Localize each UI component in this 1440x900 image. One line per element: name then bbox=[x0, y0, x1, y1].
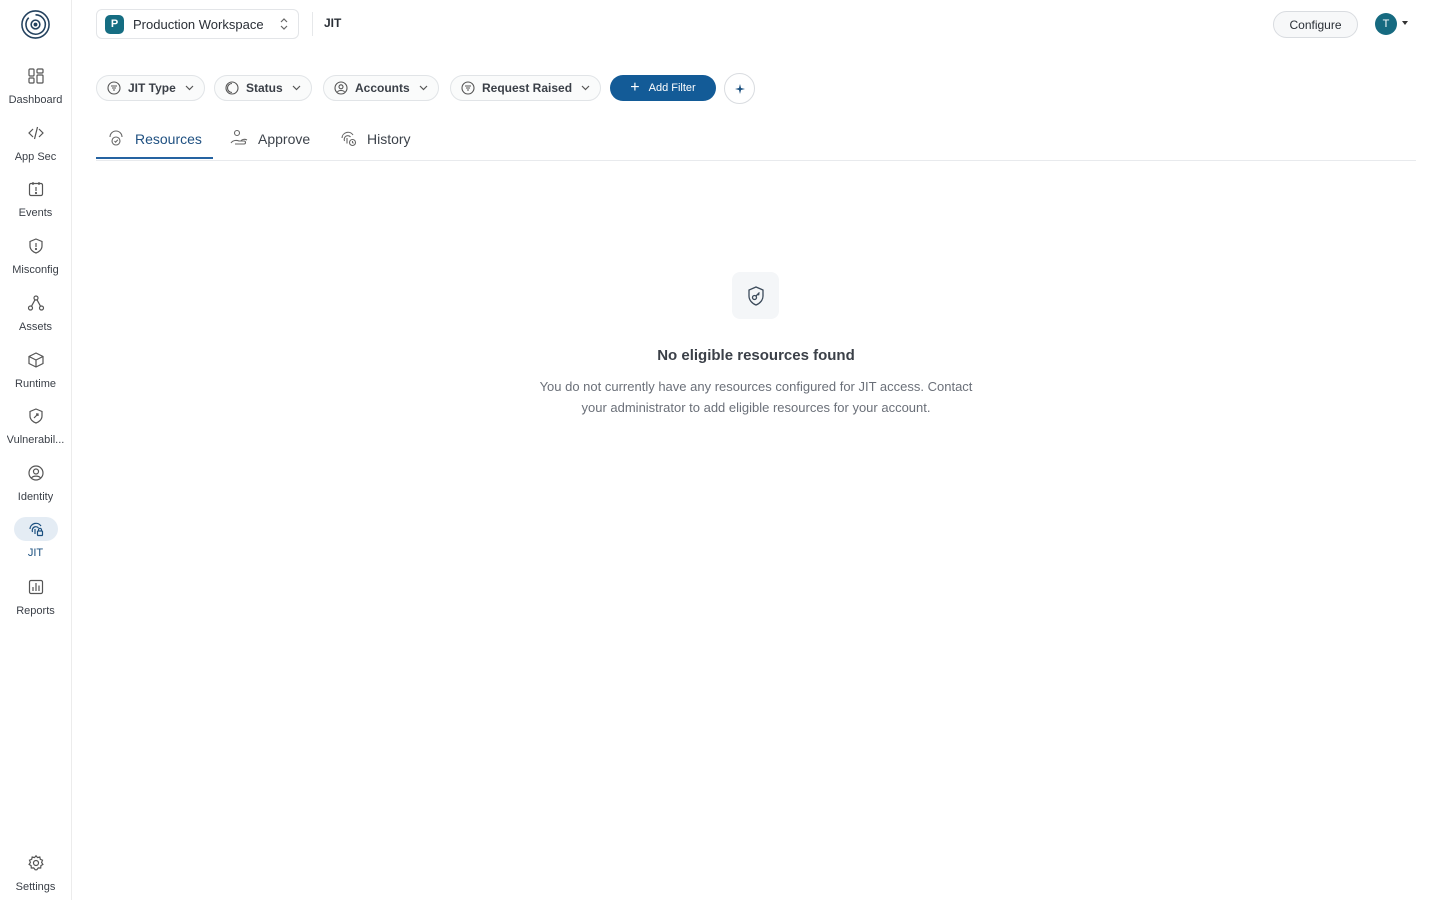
sidebar-item-vulnerabilities[interactable]: Vulnerabil... bbox=[0, 404, 71, 458]
header-divider bbox=[312, 12, 313, 36]
user-circle-icon bbox=[334, 81, 348, 95]
configure-button[interactable]: Configure bbox=[1273, 11, 1358, 38]
sidebar-item-label: App Sec bbox=[14, 151, 57, 163]
tab-label: History bbox=[367, 131, 411, 147]
filter-label: JIT Type bbox=[128, 81, 176, 95]
shield-bug-icon bbox=[28, 408, 43, 424]
shield-alert-icon bbox=[28, 238, 43, 254]
filter-accounts[interactable]: Accounts bbox=[323, 75, 439, 101]
user-circle-icon bbox=[27, 465, 44, 481]
approve-hand-icon bbox=[230, 129, 248, 145]
sidebar-item-label: Assets bbox=[18, 321, 52, 333]
fingerprint-lock-icon bbox=[28, 522, 43, 537]
sidebar-item-label: Runtime bbox=[15, 378, 56, 390]
sidebar-item-label: Identity bbox=[17, 491, 54, 503]
sidebar-item-label: JIT bbox=[27, 547, 44, 559]
add-filter-label: Add Filter bbox=[648, 82, 696, 94]
sidebar-item-runtime[interactable]: Runtime bbox=[0, 348, 71, 402]
filter-label: Accounts bbox=[355, 81, 410, 95]
sidebar-item-dashboard[interactable]: Dashboard bbox=[0, 64, 71, 118]
status-circle-icon bbox=[225, 81, 239, 95]
resources-icon bbox=[109, 130, 123, 146]
tab-label: Resources bbox=[135, 131, 202, 147]
cube-icon bbox=[27, 352, 44, 368]
sidebar-item-label: Misconfig bbox=[12, 264, 59, 276]
tab-approve[interactable]: Approve bbox=[229, 128, 310, 160]
app-logo-icon[interactable] bbox=[20, 9, 51, 40]
page-title: JIT bbox=[324, 16, 342, 30]
ai-sparkle-button[interactable] bbox=[724, 73, 755, 104]
sidebar-item-label: Dashboard bbox=[8, 94, 63, 106]
shield-key-icon bbox=[747, 285, 764, 306]
sidebar-item-label: Vulnerabil... bbox=[6, 434, 65, 446]
workspace-name: Production Workspace bbox=[133, 16, 264, 32]
tab-history[interactable]: History bbox=[338, 128, 411, 160]
chevron-down-icon bbox=[581, 85, 590, 91]
sidebar: Dashboard App Sec Events Misconfig Asset… bbox=[0, 0, 72, 900]
history-fingerprint-icon bbox=[341, 131, 357, 147]
empty-state-description: You do not currently have any resources … bbox=[539, 379, 973, 415]
chevron-updown-icon bbox=[280, 18, 288, 30]
filter-request-raised[interactable]: Request Raised bbox=[450, 75, 602, 101]
sparkle-icon bbox=[734, 83, 745, 94]
calendar-alert-icon bbox=[28, 182, 43, 197]
gear-icon bbox=[27, 854, 44, 871]
sidebar-item-identity[interactable]: Identity bbox=[0, 461, 71, 515]
workspace-selector[interactable]: P Production Workspace bbox=[96, 9, 299, 39]
filter-jit-type[interactable]: JIT Type bbox=[96, 75, 205, 101]
empty-state-title: No eligible resources found bbox=[657, 347, 855, 364]
nodes-icon bbox=[27, 295, 44, 311]
user-avatar[interactable]: T bbox=[1375, 13, 1397, 35]
sidebar-item-settings[interactable]: Settings bbox=[0, 851, 71, 900]
sidebar-item-misconfig[interactable]: Misconfig bbox=[0, 234, 71, 288]
caret-down-icon[interactable] bbox=[1402, 21, 1408, 25]
code-icon bbox=[27, 126, 44, 140]
sidebar-item-jit[interactable]: JIT bbox=[0, 517, 71, 571]
sidebar-item-label: Events bbox=[18, 207, 53, 219]
chevron-down-icon bbox=[292, 85, 301, 91]
sidebar-item-label: Reports bbox=[16, 605, 55, 617]
tabs-divider bbox=[96, 160, 1416, 161]
chevron-down-icon bbox=[419, 85, 428, 91]
dashboard-icon bbox=[27, 68, 44, 84]
sidebar-item-reports[interactable]: Reports bbox=[0, 575, 71, 629]
active-tab-indicator bbox=[96, 157, 213, 159]
tab-resources[interactable]: Resources bbox=[106, 128, 202, 160]
add-filter-button[interactable]: + Add Filter bbox=[610, 75, 716, 101]
bar-chart-icon bbox=[28, 579, 43, 595]
tab-label: Approve bbox=[258, 131, 311, 147]
sidebar-item-assets[interactable]: Assets bbox=[0, 291, 71, 345]
filter-lines-icon bbox=[107, 81, 121, 95]
filter-status[interactable]: Status bbox=[214, 75, 312, 101]
sidebar-item-app-sec[interactable]: App Sec bbox=[0, 121, 71, 175]
chevron-down-icon bbox=[185, 85, 194, 91]
empty-state-icon-box bbox=[732, 272, 779, 319]
sidebar-item-events[interactable]: Events bbox=[0, 177, 71, 231]
filter-label: Request Raised bbox=[482, 81, 573, 95]
filter-lines-icon bbox=[461, 81, 475, 95]
workspace-avatar: P bbox=[105, 14, 124, 34]
filter-label: Status bbox=[246, 81, 283, 95]
sidebar-item-label: Settings bbox=[15, 881, 56, 893]
plus-icon: + bbox=[630, 79, 640, 96]
